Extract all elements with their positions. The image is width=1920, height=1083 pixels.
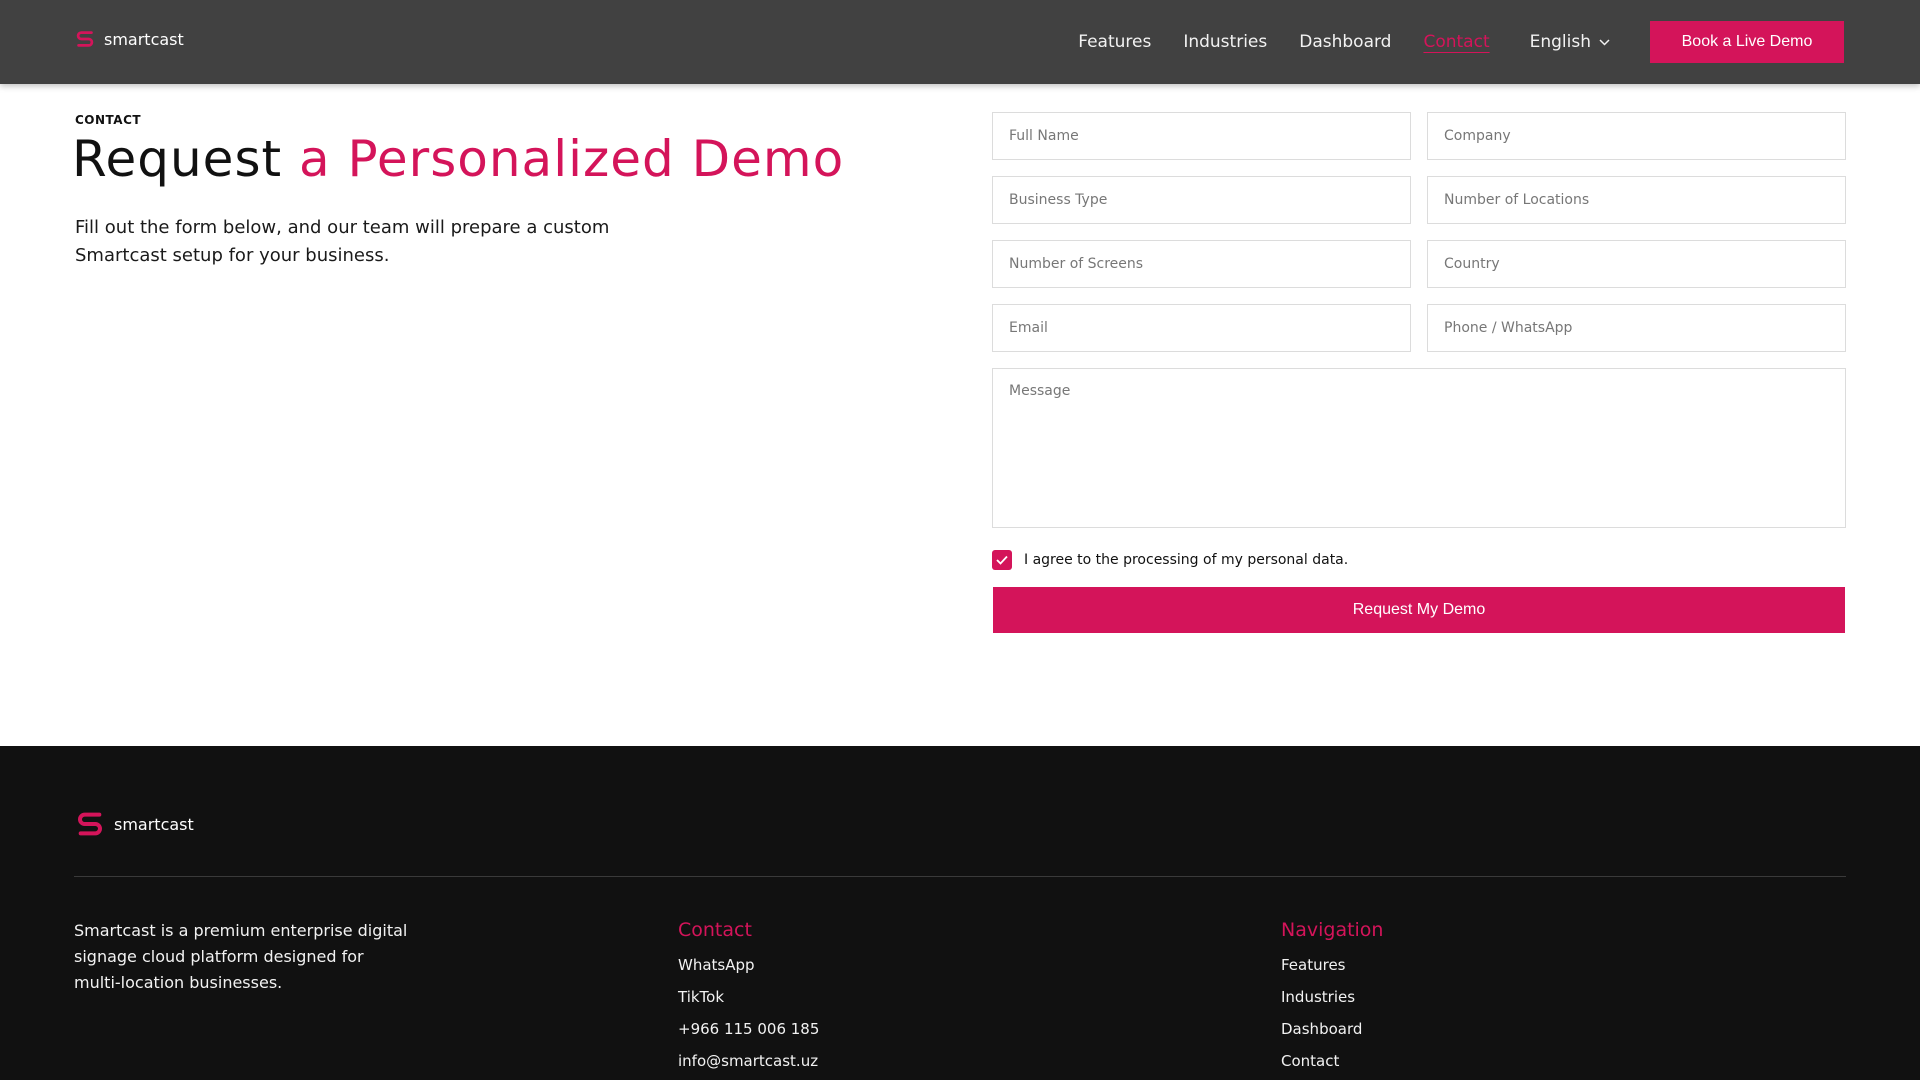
footer-nav-industries[interactable]: Industries bbox=[1281, 987, 1383, 1019]
main-nav: Features Industries Dashboard Contact En… bbox=[1046, 0, 1610, 84]
consent-checkbox[interactable] bbox=[992, 550, 1012, 570]
nav-link-dashboard[interactable]: Dashboard bbox=[1299, 32, 1391, 52]
footer-navigation-column: Navigation Features Industries Dashboard… bbox=[1281, 919, 1383, 1083]
section-eyebrow: CONTACT bbox=[75, 113, 142, 127]
page-title: Request a Personalized Demo bbox=[72, 130, 844, 188]
smartcast-logo-icon bbox=[78, 812, 102, 836]
language-label: English bbox=[1529, 32, 1591, 52]
country-field[interactable] bbox=[1427, 240, 1846, 288]
footer-nav-dashboard[interactable]: Dashboard bbox=[1281, 1019, 1383, 1051]
page-title-plain: Request bbox=[72, 130, 299, 188]
footer-nav-features[interactable]: Features bbox=[1281, 955, 1383, 987]
consent-row: I agree to the processing of my personal… bbox=[992, 550, 1348, 570]
footer-contact-column: Contact WhatsApp TikTok +966 115 006 185… bbox=[678, 919, 819, 1083]
footer-navigation-heading: Navigation bbox=[1281, 919, 1384, 941]
phone-whatsapp-field[interactable] bbox=[1427, 304, 1846, 352]
footer-description: Smartcast is a premium enterprise digita… bbox=[74, 921, 408, 992]
page-subtitle: Fill out the form below, and our team wi… bbox=[75, 217, 610, 266]
number-of-screens-field[interactable] bbox=[992, 240, 1411, 288]
footer-contact-phone[interactable]: +966 115 006 185 bbox=[678, 1019, 819, 1051]
brand-name: smartcast bbox=[104, 29, 184, 49]
top-navbar: smartcast Features Industries Dashboard … bbox=[0, 0, 1920, 84]
message-textarea[interactable] bbox=[992, 368, 1846, 528]
request-demo-submit-button[interactable]: Request My Demo bbox=[993, 587, 1845, 633]
checkmark-icon bbox=[996, 555, 1008, 565]
footer-brand-name: smartcast bbox=[114, 814, 194, 834]
full-name-field[interactable] bbox=[992, 112, 1411, 160]
company-field[interactable] bbox=[1427, 112, 1846, 160]
business-type-field[interactable] bbox=[992, 176, 1411, 224]
site-footer: smartcast Smartcast is a premium enterpr… bbox=[0, 746, 1920, 1080]
book-live-demo-button[interactable]: Book a Live Demo bbox=[1650, 21, 1844, 63]
chevron-down-icon bbox=[1599, 38, 1610, 46]
smartcast-logo-icon bbox=[76, 31, 94, 47]
page-title-accent: a Personalized Demo bbox=[299, 130, 845, 188]
email-field[interactable] bbox=[992, 304, 1411, 352]
footer-divider bbox=[74, 876, 1846, 877]
consent-label: I agree to the processing of my personal… bbox=[1024, 552, 1349, 568]
footer-contact-tiktok[interactable]: TikTok bbox=[678, 987, 819, 1019]
nav-link-industries[interactable]: Industries bbox=[1183, 32, 1267, 52]
footer-brand-logo[interactable]: smartcast bbox=[74, 808, 194, 840]
nav-link-contact[interactable]: Contact bbox=[1423, 32, 1489, 52]
language-selector[interactable]: English bbox=[1530, 32, 1610, 52]
number-of-locations-field[interactable] bbox=[1427, 176, 1846, 224]
footer-nav-contact[interactable]: Contact bbox=[1281, 1051, 1383, 1083]
nav-link-features[interactable]: Features bbox=[1078, 32, 1151, 52]
footer-contact-email[interactable]: info@smartcast.uz bbox=[678, 1051, 819, 1083]
footer-contact-heading: Contact bbox=[678, 919, 752, 941]
brand-logo[interactable]: smartcast bbox=[74, 28, 184, 50]
footer-contact-whatsapp[interactable]: WhatsApp bbox=[678, 955, 819, 987]
